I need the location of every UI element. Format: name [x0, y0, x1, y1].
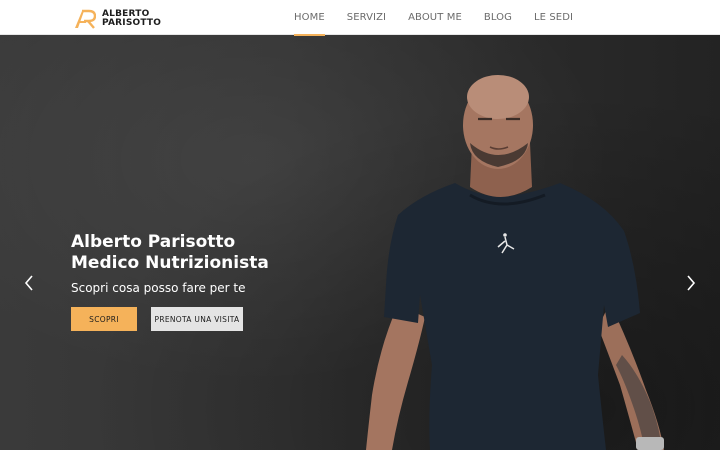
hero-slider: Alberto Parisotto Medico Nutrizionista S… — [0, 35, 720, 450]
nav-item-blog[interactable]: BLOG — [473, 0, 523, 35]
logo-mark-icon — [75, 9, 96, 29]
slider-prev-button[interactable] — [21, 275, 37, 291]
brand-logo[interactable]: ALBERTO PARISOTTO — [74, 9, 161, 29]
brand-name-line2: PARISOTTO — [102, 18, 162, 28]
site-header: ALBERTO PARISOTTO HOME SERVIZI ABOUT ME … — [0, 0, 720, 36]
hero-title-line1: Alberto Parisotto — [71, 232, 236, 252]
prenota-visita-button[interactable]: PRENOTA UNA VISITA — [151, 307, 243, 331]
hero-title-line2: Medico Nutrizionista — [71, 253, 269, 273]
nav-item-servizi[interactable]: SERVIZI — [336, 0, 397, 35]
scopri-button[interactable]: SCOPRI — [71, 307, 137, 331]
main-nav: HOME SERVIZI ABOUT ME BLOG LE SEDI — [283, 0, 584, 36]
brand-name: ALBERTO PARISOTTO — [102, 10, 161, 28]
hero-title: Alberto Parisotto Medico Nutrizionista — [71, 232, 391, 274]
slider-next-button[interactable] — [683, 275, 699, 291]
chevron-right-icon — [687, 275, 696, 291]
hero-subtitle: Scopri cosa posso fare per te — [71, 281, 246, 295]
nav-item-about-me[interactable]: ABOUT ME — [397, 0, 473, 35]
nav-item-home[interactable]: HOME — [283, 0, 336, 36]
chevron-left-icon — [24, 275, 33, 291]
nav-item-le-sedi[interactable]: LE SEDI — [523, 0, 584, 35]
